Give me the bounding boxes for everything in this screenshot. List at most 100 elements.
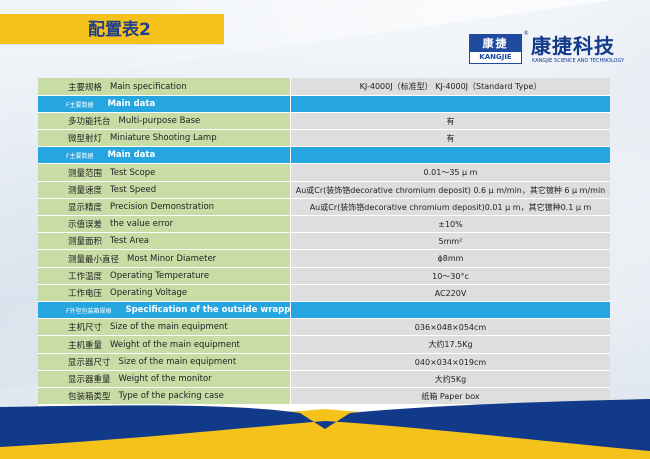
spec-label-cell: 显示器重量 Weight of the monitor: [38, 371, 290, 387]
spec-value-cell: KJ-4000J（标准型） KJ-4000J（Standard Type）: [290, 78, 610, 95]
spec-row: 工作温度 Operating Temperature 10～30°c: [38, 268, 610, 285]
spec-label-cn: 显示精度: [68, 203, 103, 213]
spec-label-cell: 示值误差 the value error: [38, 216, 290, 232]
spec-row: 显示精度 Precision Demonstration Au或Cr(装饰铬deco…: [38, 199, 610, 216]
spec-label-cn: 主机重量: [68, 340, 103, 351]
spec-label-en: Operating Temperature: [110, 271, 210, 281]
spec-row: 多功能托台 Multi-purpose Base 有: [38, 113, 610, 130]
logo-badge-cn: 康捷: [470, 35, 521, 52]
spec-value-cell: 0.01～35 μ m: [290, 164, 610, 181]
spec-label-cell: F主要数据 Main data: [38, 147, 290, 163]
spec-label-en: Operating Voltage: [110, 288, 188, 298]
spec-label-cell: 显示器尺寸 Size of the main equipment: [38, 354, 290, 370]
spec-row: 测量面积 Test Area 5mm²: [38, 233, 610, 250]
spec-label-cn: 显示器尺寸: [68, 358, 111, 368]
spec-table: 主要规格 Main specification KJ-4000J（标准型） KJ-4…: [38, 78, 610, 411]
spec-row: 主要规格 Main specification KJ-4000J（标准型） KJ-4…: [38, 78, 610, 96]
spec-value-cell: 036×048×054cm: [290, 319, 610, 335]
spec-value-cell: 大约5Kg: [290, 371, 610, 387]
spec-label-cell: 工作温度 Operating Temperature: [38, 268, 290, 284]
spec-value-cell: [290, 302, 610, 318]
logo-brand-en: KANGJIE SCIENCE AND TECHNOLOGY: [532, 58, 625, 64]
spec-label-cn: 测量最小直径: [68, 254, 120, 265]
spec-label-cn: F外型包装箱规格: [66, 307, 112, 315]
spec-value-cell: 5mm²: [290, 233, 610, 249]
spec-row: 微型射灯 Miniature Shooting Lamp 有: [38, 130, 610, 147]
spec-value-cell: ±10%: [290, 216, 610, 232]
spec-label-cn: 微型射灯: [68, 134, 103, 144]
spec-label-cell: F主要数据 Main data: [38, 96, 290, 112]
spec-label-cn: 示值误差: [68, 220, 103, 230]
spec-value-cell: 有: [290, 130, 610, 146]
spec-label-cn: 测量面积: [68, 237, 103, 247]
logo-badge-en: KANGJIE: [479, 53, 512, 61]
logo-brand-cn: 康捷科技: [531, 34, 615, 58]
spec-row: 测量范围 Test Scope 0.01～35 μ m: [38, 164, 610, 182]
spec-label-en: Size of the main equipment: [110, 322, 228, 332]
section-header-row: F主要数据 Main data: [38, 96, 610, 113]
spec-value-cell: 有: [290, 113, 610, 129]
spec-label-cn: 测量速度: [68, 186, 103, 196]
spec-label-en: Specification of the outside wrapping bo…: [125, 305, 290, 315]
logo-badge: 康捷 KANGJIE: [469, 34, 522, 64]
spec-label-cell: 测量速度 Test Speed: [38, 182, 290, 198]
spec-label-cell: 测量最小直径 Most Minor Diameter: [38, 250, 290, 267]
spec-label-cell: 工作电压 Operating Voltage: [38, 285, 290, 301]
company-logo: 康捷 KANGJIE ® 康捷科技 KANGJIE SCIENCE AND TE…: [469, 30, 644, 68]
spec-label-en: Miniature Shooting Lamp: [110, 133, 217, 143]
spec-label-cell: 测量范围 Test Scope: [38, 164, 290, 181]
bottom-wave-decoration: [0, 399, 650, 459]
spec-label-cell: 显示精度 Precision Demonstration: [38, 199, 290, 215]
spec-label-en: Weight of the monitor: [118, 374, 212, 384]
spec-row: 主机尺寸 Size of the main equipment 036×048×05…: [38, 319, 610, 336]
spec-label-cell: 测量面积 Test Area: [38, 233, 290, 249]
spec-value-cell: 040×034×019cm: [290, 354, 610, 370]
spec-row: 显示器重量 Weight of the monitor 大约5Kg: [38, 371, 610, 388]
spec-row: 测量速度 Test Speed Au或Cr(装饰铬decorative chromi…: [38, 182, 610, 199]
spec-label-cn: 主机尺寸: [68, 323, 103, 333]
spec-row: 测量最小直径 Most Minor Diameter ϕ8mm: [38, 250, 610, 268]
spec-label-en: Main data: [107, 150, 156, 160]
spec-label-en: the value error: [110, 219, 174, 229]
spec-row: 显示器尺寸 Size of the main equipment 040×034×0…: [38, 354, 610, 371]
section-header-row: F外型包装箱规格 Specification of the outside wra…: [38, 302, 610, 319]
spec-value-cell: [290, 147, 610, 163]
spec-label-en: Test Scope: [110, 167, 156, 178]
spec-label-cell: 主要规格 Main specification: [38, 78, 290, 95]
spec-value-cell: 10～30°c: [290, 268, 610, 284]
spec-label-cell: 多功能托台 Multi-purpose Base: [38, 113, 290, 129]
spec-value-cell: ϕ8mm: [290, 250, 610, 267]
spec-label-en: Test Area: [110, 236, 150, 246]
registered-mark: ®: [523, 30, 529, 37]
spec-label-cn: 主要规格: [68, 82, 103, 93]
section-header-row: F主要数据 Main data: [38, 147, 610, 164]
spec-value-cell: AC220V: [290, 285, 610, 301]
spec-label-cn: 测量范围: [68, 168, 103, 179]
spec-label-cell: F外型包装箱规格 Specification of the outside wra…: [38, 302, 290, 318]
spec-label-en: Precision Demonstration: [110, 202, 215, 212]
page-title: 配置表2: [88, 20, 151, 40]
spec-label-cn: 工作电压: [68, 289, 103, 299]
spec-row: 主机重量 Weight of the main equipment 大约17.5Kg: [38, 336, 610, 354]
spec-value-cell: [290, 96, 610, 112]
spec-value-cell: Au或Cr(装饰铬decorative chromium deposit) 0.…: [290, 182, 610, 198]
spec-label-en: Main specification: [110, 81, 187, 92]
spec-label-cn: 工作温度: [68, 272, 103, 282]
spec-label-en: Size of the main equipment: [118, 357, 237, 367]
spec-label-cn: 多功能托台: [68, 117, 111, 127]
spec-label-cn: F主要数据: [66, 152, 94, 160]
spec-label-cn: 显示器重量: [68, 375, 111, 385]
spec-label-cell: 主机尺寸 Size of the main equipment: [38, 319, 290, 335]
spec-label-en: Main data: [107, 99, 156, 109]
spec-label-en: Test Speed: [110, 185, 157, 195]
spec-label-cn: F主要数据: [66, 101, 94, 109]
spec-row: 示值误差 the value error ±10%: [38, 216, 610, 233]
spec-label-en: Multi-purpose Base: [118, 116, 201, 126]
spec-label-cell: 微型射灯 Miniature Shooting Lamp: [38, 130, 290, 146]
spec-label-en: Weight of the main equipment: [110, 339, 240, 350]
spec-label-en: Most Minor Diameter: [127, 253, 217, 264]
spec-value-cell: 大约17.5Kg: [290, 336, 610, 353]
spec-row: 工作电压 Operating Voltage AC220V: [38, 285, 610, 302]
spec-value-cell: Au或Cr(装饰铬decorative chromium deposit)0.0…: [290, 199, 610, 215]
spec-label-cell: 主机重量 Weight of the main equipment: [38, 336, 290, 353]
